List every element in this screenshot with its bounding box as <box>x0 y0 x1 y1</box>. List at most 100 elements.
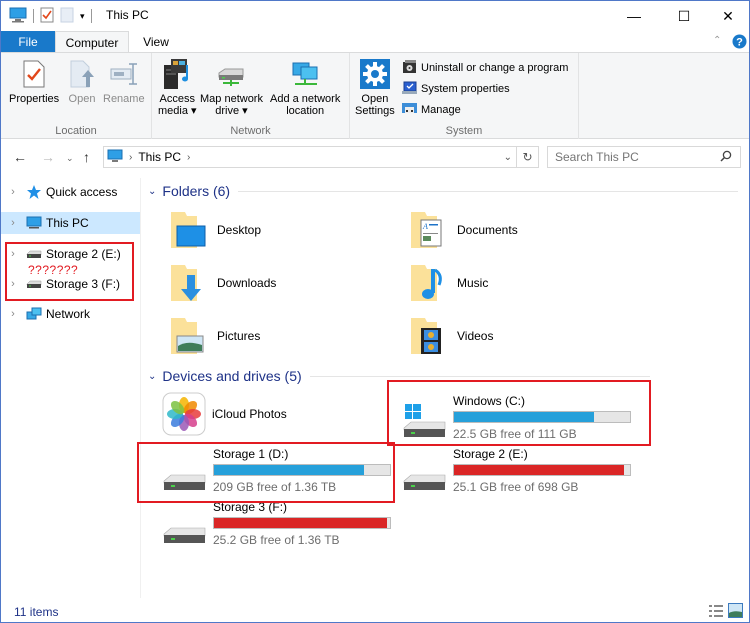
breadcrumb-chevron-icon[interactable]: › <box>129 152 132 163</box>
drive-icon <box>161 508 209 548</box>
rename-button[interactable]: Rename <box>103 57 145 105</box>
open-settings-button[interactable]: Open Settings <box>355 57 395 117</box>
add-network-location-icon <box>289 57 321 91</box>
search-box[interactable] <box>547 146 741 168</box>
folder-pictures[interactable]: Pictures <box>167 314 260 358</box>
ribbon-group-location: Properties Open Rename Location <box>1 53 152 139</box>
properties-button[interactable]: Properties <box>9 57 59 105</box>
manage-button[interactable]: Manage <box>402 101 461 119</box>
address-bar[interactable]: › This PC › ⌄ ↻ <box>103 146 539 168</box>
nav-item-network[interactable]: › Network <box>1 303 140 325</box>
expand-chevron-icon[interactable]: › <box>1 217 25 229</box>
documents-folder-icon: A <box>407 208 451 252</box>
properties-icon[interactable] <box>40 7 54 26</box>
ribbon: Properties Open Rename Location Access m… <box>1 52 749 139</box>
system-properties-button[interactable]: System properties <box>402 80 510 98</box>
drive-usage-bar <box>213 517 391 529</box>
folder-videos[interactable]: Videos <box>407 314 493 358</box>
map-network-drive-icon <box>215 57 247 91</box>
system-properties-icon <box>402 81 417 98</box>
this-pc-icon <box>107 149 123 166</box>
tab-computer[interactable]: Computer <box>55 31 129 53</box>
tab-file[interactable]: File <box>1 31 55 53</box>
group-label-location: Location <box>55 125 97 137</box>
toolbar-separator <box>33 9 34 23</box>
folder-desktop[interactable]: Desktop <box>167 208 261 252</box>
drive-storage-3-f[interactable]: Storage 3 (F:) 25.2 GB free of 1.36 TB <box>161 500 406 552</box>
uninstall-program-icon <box>402 59 417 77</box>
open-icon <box>66 57 98 91</box>
minimize-icon: — <box>627 8 641 24</box>
folder-documents[interactable]: A Documents <box>407 208 518 252</box>
close-button[interactable]: ✕ <box>705 1 750 31</box>
maximize-button[interactable]: ☐ <box>661 1 707 31</box>
this-pc-icon <box>9 7 27 26</box>
annotation-highlight-box <box>137 442 395 503</box>
group-label-system: System <box>445 125 483 137</box>
quick-access-star-icon <box>25 184 43 200</box>
section-divider <box>309 375 650 377</box>
drive-storage-2-e[interactable]: Storage 2 (E:) 25.1 GB free of 698 GB <box>401 447 646 499</box>
icloud-photos-icon <box>162 392 206 436</box>
expand-chevron-icon[interactable]: › <box>1 186 25 198</box>
forward-button[interactable]: → <box>41 149 55 165</box>
collapse-chevron-icon[interactable]: ⌄ <box>148 186 156 197</box>
toolbar-separator <box>90 9 92 23</box>
address-history-dropdown-icon[interactable]: ⌄ <box>504 152 512 163</box>
rename-icon <box>108 57 140 91</box>
desktop-folder-icon <box>167 208 211 252</box>
ribbon-tabs: File Computer View ⌃ ? <box>1 31 749 53</box>
collapse-chevron-icon[interactable]: ⌄ <box>148 371 156 382</box>
add-network-location-button[interactable]: Add a network location <box>270 57 340 117</box>
videos-folder-icon <box>407 314 451 358</box>
music-folder-icon <box>407 261 451 305</box>
uninstall-program-button[interactable]: Uninstall or change a program <box>402 59 568 77</box>
properties-icon <box>18 57 50 91</box>
breadcrumb-this-pc[interactable]: This PC <box>138 150 181 164</box>
maximize-icon: ☐ <box>677 7 691 24</box>
ribbon-group-system: Open Settings Uninstall or change a prog… <box>350 53 579 139</box>
collapse-ribbon-icon[interactable]: ⌃ <box>713 35 721 46</box>
expand-chevron-icon[interactable]: › <box>1 308 25 320</box>
svg-text:A: A <box>422 222 428 231</box>
downloads-folder-icon <box>167 261 211 305</box>
device-icloud-photos[interactable]: iCloud Photos <box>162 392 287 436</box>
open-button[interactable]: Open <box>66 57 98 105</box>
navigation-pane: › Quick access › This PC › Storage 2 (E:… <box>1 178 141 598</box>
group-label-network: Network <box>230 125 271 137</box>
recent-locations-dropdown[interactable]: ⌄ <box>66 153 74 164</box>
file-explorer-window: ▾ This PC — ☐ ✕ File Computer View ⌃ ? P… <box>0 0 750 623</box>
up-button[interactable]: ↑ <box>83 149 90 165</box>
nav-item-this-pc[interactable]: › This PC <box>1 212 140 234</box>
search-icon[interactable] <box>720 150 732 165</box>
window-title: This PC <box>106 8 149 22</box>
large-icons-view-icon[interactable] <box>728 603 743 621</box>
drive-icon <box>401 455 449 495</box>
annotation-highlight-box <box>387 380 651 446</box>
access-media-button[interactable]: Access media ▾ <box>158 57 197 117</box>
title-bar: ▾ This PC — ☐ ✕ <box>1 1 749 31</box>
refresh-button[interactable]: ↻ <box>516 147 538 167</box>
new-folder-icon[interactable] <box>60 7 74 26</box>
drive-usage-bar <box>453 464 631 476</box>
manage-icon <box>402 102 417 119</box>
search-input[interactable] <box>548 150 708 164</box>
details-view-icon[interactable] <box>709 604 723 621</box>
minimize-button[interactable]: — <box>611 1 657 31</box>
breadcrumb-chevron-icon[interactable]: › <box>187 152 190 163</box>
folder-music[interactable]: Music <box>407 261 488 305</box>
tab-view[interactable]: View <box>131 31 181 53</box>
customize-toolbar-dropdown-icon[interactable]: ▾ <box>80 11 85 22</box>
nav-item-quick-access[interactable]: › Quick access <box>1 181 140 203</box>
help-icon[interactable]: ? <box>732 34 747 52</box>
map-network-drive-button[interactable]: Map network drive ▾ <box>200 57 263 117</box>
pictures-folder-icon <box>167 314 211 358</box>
back-button[interactable]: ← <box>13 149 27 165</box>
drive-usage-fill <box>454 465 624 475</box>
folders-section-header[interactable]: ⌄ Folders (6) <box>148 183 738 199</box>
this-pc-icon <box>25 215 43 231</box>
item-count: 11 items <box>14 605 59 619</box>
access-media-icon <box>161 57 193 91</box>
quick-access-toolbar: ▾ <box>9 7 92 25</box>
folder-downloads[interactable]: Downloads <box>167 261 276 305</box>
